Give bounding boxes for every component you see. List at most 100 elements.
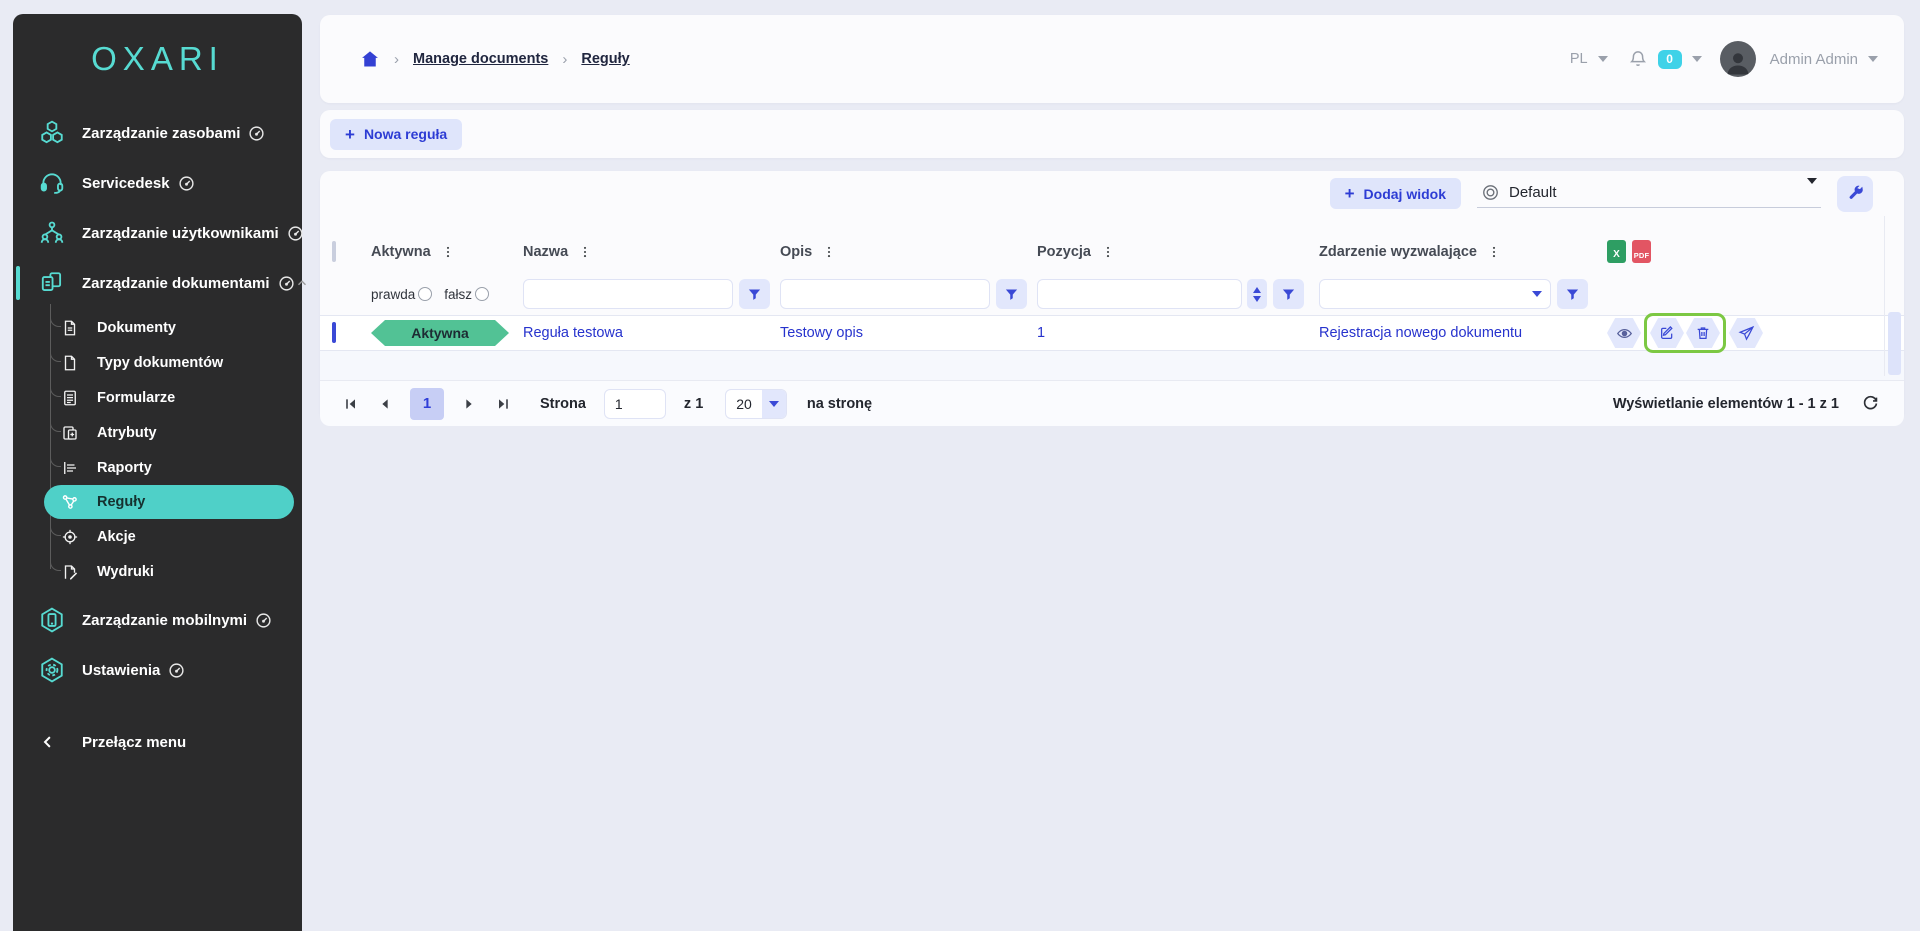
column-menu-icon[interactable] (822, 244, 836, 260)
breadcrumb-separator: › (562, 51, 567, 68)
sidebar-item-label: Formularze (97, 390, 175, 406)
rules-table-card: + Dodaj widok Default Aktywna Nazwa (320, 171, 1904, 422)
sidebar-item-users[interactable]: Zarządzanie użytkownikami (13, 208, 302, 258)
column-menu-icon[interactable] (1487, 244, 1501, 260)
column-menu-icon[interactable] (441, 244, 455, 260)
opis-filter-funnel-button[interactable] (996, 279, 1027, 309)
delete-row-button[interactable] (1686, 318, 1720, 348)
page-size-value: 20 (726, 396, 762, 412)
gauge-badge-icon (287, 225, 304, 242)
sidebar-item-label: Typy dokumentów (97, 355, 223, 371)
home-icon[interactable] (360, 49, 380, 69)
nazwa-filter-input[interactable] (523, 279, 733, 309)
edit-row-button[interactable] (1650, 318, 1684, 348)
pagination-summary: Wyświetlanie elementów 1 - 1 z 1 (1613, 396, 1839, 412)
gauge-badge-icon (178, 175, 195, 192)
scrollbar-thumb[interactable] (1888, 312, 1901, 375)
user-avatar[interactable] (1720, 41, 1756, 77)
last-page-button[interactable] (490, 391, 516, 417)
sidebar-item-label: Servicedesk (82, 175, 170, 192)
sidebar-item-servicedesk[interactable]: Servicedesk (13, 158, 302, 208)
sidebar-item-formularze[interactable]: Formularze (13, 380, 302, 415)
pozycja-filter-funnel-button[interactable] (1273, 279, 1304, 309)
page-size-select[interactable]: 20 (725, 389, 787, 419)
radio-true-label: prawda (371, 287, 415, 302)
add-view-button[interactable]: + Dodaj widok (1330, 178, 1461, 209)
current-page-button[interactable]: 1 (410, 388, 444, 420)
sidebar-item-raporty[interactable]: Raporty (13, 450, 302, 485)
documents-icon (39, 270, 65, 296)
sidebar-item-settings[interactable]: Ustawienia (13, 645, 302, 695)
gauge-badge-icon (168, 662, 185, 679)
attribute-icon (61, 423, 81, 443)
select-all-checkbox[interactable] (332, 241, 336, 262)
sidebar-item-wydruki[interactable]: Wydruki (13, 554, 302, 589)
chevron-down-icon (1807, 184, 1817, 201)
refresh-button[interactable] (1861, 394, 1880, 413)
view-selected-label: Default (1509, 184, 1557, 201)
rule-position-cell[interactable]: 1 (1037, 325, 1045, 341)
form-icon (61, 388, 81, 408)
notifications-bell-icon[interactable] (1628, 49, 1648, 69)
zdarzenie-filter-select[interactable] (1319, 279, 1551, 309)
sidebar-item-label: Zarządzanie mobilnymi (82, 612, 247, 629)
column-menu-icon[interactable] (1101, 244, 1115, 260)
column-menu-icon[interactable] (578, 244, 592, 260)
column-header-zdarzenie: Zdarzenie wyzwalające (1319, 244, 1477, 260)
table-scrollbar[interactable] (1884, 216, 1904, 376)
plus-icon: + (345, 126, 355, 143)
highlight-annotation-box (1644, 313, 1726, 353)
sidebar-item-reguly[interactable]: Reguły (44, 485, 294, 519)
chevron-down-icon (1532, 291, 1542, 297)
page-number-input[interactable] (604, 389, 666, 419)
hexagon-cluster-icon (39, 120, 65, 146)
rule-description-cell[interactable]: Testowy opis (780, 325, 863, 341)
zdarzenie-filter-funnel-button[interactable] (1557, 279, 1588, 309)
rule-trigger-cell[interactable]: Rejestracja nowego dokumentu (1319, 325, 1522, 341)
gauge-badge-icon (255, 612, 272, 629)
collapse-menu-button[interactable]: Przełącz menu (13, 717, 302, 767)
status-badge: Aktywna (371, 320, 509, 346)
aktywna-filter: prawda fałsz (371, 287, 523, 302)
rule-name-cell[interactable]: Reguła testowa (523, 325, 623, 341)
header-right: PL 0 Admin Admin (1570, 41, 1878, 77)
table-settings-wrench-button[interactable] (1837, 176, 1873, 212)
export-excel-icon[interactable]: X (1607, 240, 1626, 263)
radio-true[interactable] (418, 287, 432, 301)
view-row-button[interactable] (1607, 318, 1641, 348)
top-header: › Manage documents › Reguły PL 0 Admin A… (320, 15, 1904, 103)
export-pdf-icon[interactable]: PDF (1632, 240, 1651, 263)
pozycja-filter-input[interactable] (1037, 279, 1242, 309)
chevron-down-icon[interactable] (1692, 56, 1702, 62)
pozycja-stepper[interactable] (1247, 279, 1267, 309)
next-page-button[interactable] (456, 391, 482, 417)
user-name[interactable]: Admin Admin (1770, 51, 1858, 68)
new-rule-button[interactable]: + Nowa reguła (330, 119, 462, 150)
first-page-button[interactable] (338, 391, 364, 417)
chevron-down-icon[interactable] (1868, 56, 1878, 62)
sidebar-item-mobile[interactable]: Zarządzanie mobilnymi (13, 595, 302, 645)
chevron-down-icon[interactable] (1598, 56, 1608, 62)
opis-filter-input[interactable] (780, 279, 990, 309)
notifications-count-badge[interactable]: 0 (1658, 50, 1682, 69)
view-selector-dropdown[interactable]: Default (1477, 180, 1821, 208)
table-row[interactable]: Aktywna Reguła testowa Testowy opis 1 Re… (320, 315, 1904, 351)
breadcrumb-link-reguly[interactable]: Reguły (581, 51, 629, 67)
breadcrumb-link-manage-documents[interactable]: Manage documents (413, 51, 548, 67)
nazwa-filter-funnel-button[interactable] (739, 279, 770, 309)
sidebar-item-documents[interactable]: Zarządzanie dokumentami (13, 258, 302, 308)
sidebar-item-atrybuty[interactable]: Atrybuty (13, 415, 302, 450)
sidebar-item-resources[interactable]: Zarządzanie zasobami (13, 108, 302, 158)
sidebar-item-dokumenty[interactable]: Dokumenty (13, 310, 302, 345)
row-checkbox[interactable] (332, 322, 336, 343)
chevron-left-icon (39, 729, 65, 755)
sidebar-item-akcje[interactable]: Akcje (13, 519, 302, 554)
send-row-button[interactable] (1729, 318, 1763, 348)
language-selector[interactable]: PL (1570, 51, 1588, 67)
previous-page-button[interactable] (372, 391, 398, 417)
table-empty-area (320, 351, 1904, 380)
sidebar-item-typy-dokumentow[interactable]: Typy dokumentów (13, 345, 302, 380)
radio-false[interactable] (475, 287, 489, 301)
sidebar-nav: Zarządzanie zasobami Servicedesk Zarządz… (13, 108, 302, 767)
view-eye-icon (1481, 183, 1500, 202)
